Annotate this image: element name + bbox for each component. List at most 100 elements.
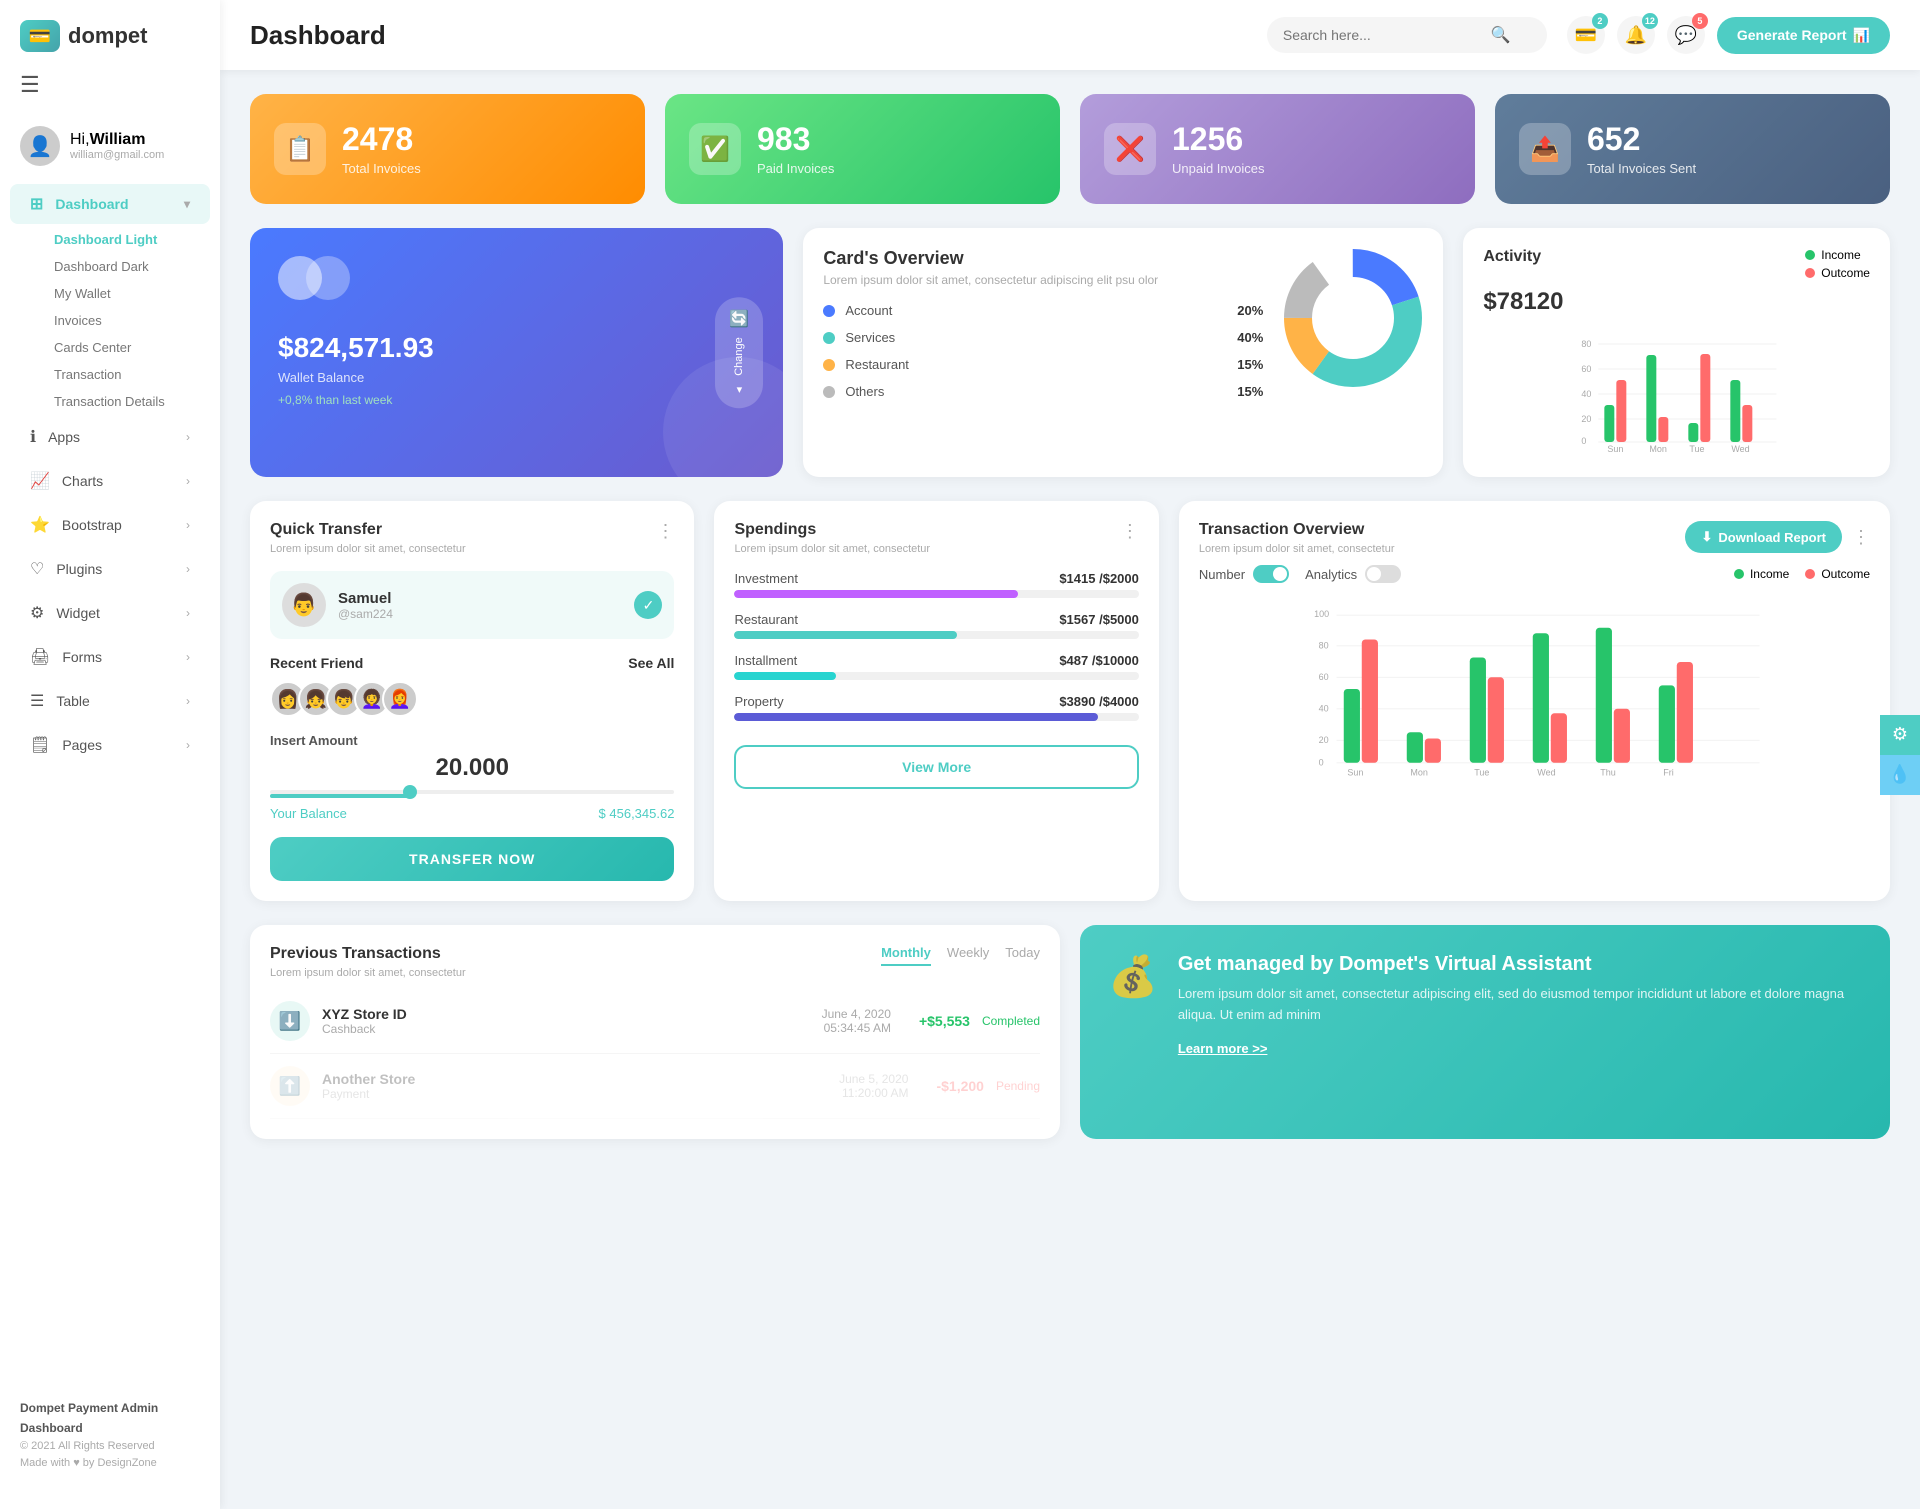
subnav-transaction[interactable]: Transaction xyxy=(44,361,220,388)
bar-wed-income xyxy=(1533,633,1549,763)
tab-today[interactable]: Today xyxy=(1005,945,1040,966)
subnav-invoices[interactable]: Invoices xyxy=(44,307,220,334)
sidebar-footer: Dompet Payment Admin Dashboard © 2021 Al… xyxy=(0,1383,220,1489)
friend-avatar-5[interactable]: 👩‍🦰 xyxy=(382,681,418,717)
wallet-growth: +0,8% than last week xyxy=(278,393,755,407)
restaurant-label: Restaurant xyxy=(734,612,798,627)
avatar: 👤 xyxy=(20,126,60,166)
number-toggle[interactable] xyxy=(1253,565,1289,583)
chevron-right-icon: › xyxy=(186,606,190,620)
va-desc: Lorem ipsum dolor sit amet, consectetur … xyxy=(1178,984,1862,1026)
cards-overview: Card's Overview Lorem ipsum dolor sit am… xyxy=(803,228,1443,477)
svg-text:Sun: Sun xyxy=(1608,444,1624,452)
sidebar-item-forms[interactable]: 🖨 Forms › xyxy=(10,637,210,677)
sidebar-item-label: Table xyxy=(56,693,89,709)
transfer-now-label: TRANSFER NOW xyxy=(409,851,535,867)
header-icons: 💳 2 🔔 12 💬 5 Generate Report 📊 xyxy=(1567,16,1890,54)
sidebar-item-label: Bootstrap xyxy=(62,517,122,533)
investment-amount: $1415 /$2000 xyxy=(1059,571,1139,586)
quick-transfer-card: Quick Transfer Lorem ipsum dolor sit ame… xyxy=(250,501,694,901)
sidebar-item-label: Apps xyxy=(48,429,80,445)
spendings-card: Spendings Lorem ipsum dolor sit amet, co… xyxy=(714,501,1158,901)
activity-header: Activity Income Outcome xyxy=(1483,248,1870,280)
tab-monthly[interactable]: Monthly xyxy=(881,945,931,966)
search-bar: 🔍 xyxy=(1267,17,1547,53)
selected-person[interactable]: 👨 Samuel @sam224 ✓ xyxy=(270,571,674,639)
overview-item-services: Services 40% xyxy=(823,330,1263,345)
generate-report-button[interactable]: Generate Report 📊 xyxy=(1717,17,1890,54)
tx-overview-menu-btn[interactable]: ⋮ xyxy=(1852,527,1870,548)
subnav-cards-center[interactable]: Cards Center xyxy=(44,334,220,361)
quick-transfer-menu-btn[interactable]: ⋮ xyxy=(656,521,674,542)
download-report-button[interactable]: ⬇ Download Report xyxy=(1685,521,1842,553)
sidebar-item-dashboard[interactable]: ⊞ Dashboard ▾ xyxy=(10,184,210,224)
va-title: Get managed by Dompet's Virtual Assistan… xyxy=(1178,953,1862,976)
va-learn-more-link[interactable]: Learn more >> xyxy=(1178,1041,1268,1056)
sidebar-item-table[interactable]: ☰ Table › xyxy=(10,681,210,721)
bar-tue-income xyxy=(1689,423,1699,442)
svg-text:100: 100 xyxy=(1314,609,1329,619)
notification-icon-btn[interactable]: 🔔 12 xyxy=(1617,16,1655,54)
slider-thumb[interactable] xyxy=(403,785,417,799)
search-icon[interactable]: 🔍 xyxy=(1491,25,1511,45)
stats-row: 📋 2478 Total Invoices ✅ 983 Paid Invoice… xyxy=(250,94,1890,204)
svg-text:Mon: Mon xyxy=(1650,444,1668,452)
sidebar-item-label: Charts xyxy=(62,473,103,489)
wallet-icon-btn[interactable]: 💳 2 xyxy=(1567,16,1605,54)
paid-invoices-label: Paid Invoices xyxy=(757,161,834,176)
bar-mon-income xyxy=(1647,355,1657,442)
transfer-now-button[interactable]: TRANSFER NOW xyxy=(270,837,674,881)
water-float-btn[interactable]: 💧 xyxy=(1880,755,1920,795)
table-row: ⬇️ XYZ Store ID Cashback June 4, 2020 05… xyxy=(270,989,1040,1054)
sidebar-item-bootstrap[interactable]: ⭐ Bootstrap › xyxy=(10,505,210,545)
total-invoices-icon: 📋 xyxy=(274,123,326,175)
subnav-my-wallet[interactable]: My Wallet xyxy=(44,280,220,307)
sidebar-item-widget[interactable]: ⚙ Widget › xyxy=(10,593,210,633)
message-icon-btn[interactable]: 💬 5 xyxy=(1667,16,1705,54)
analytics-toggle[interactable] xyxy=(1365,565,1401,583)
overview-left: Card's Overview Lorem ipsum dolor sit am… xyxy=(823,248,1263,411)
tx-header: Transaction Overview Lorem ipsum dolor s… xyxy=(1199,521,1870,555)
wallet-change-button[interactable]: 🔄 Change ▾ xyxy=(715,297,763,409)
tx-outcome-legend: Outcome xyxy=(1805,567,1870,581)
sent-invoices-value: 652 xyxy=(1587,122,1696,157)
subnav-dashboard-dark[interactable]: Dashboard Dark xyxy=(44,253,220,280)
settings-float-btn[interactable]: ⚙ xyxy=(1880,715,1920,755)
hamburger-menu[interactable]: ☰ xyxy=(0,72,220,114)
va-content: Get managed by Dompet's Virtual Assistan… xyxy=(1178,953,1862,1058)
sent-invoices-icon: 📤 xyxy=(1519,123,1571,175)
chevron-down-icon: ▾ xyxy=(184,197,190,211)
unpaid-invoices-value: 1256 xyxy=(1172,122,1265,157)
spending-restaurant: Restaurant $1567 /$5000 xyxy=(734,612,1138,639)
search-input[interactable] xyxy=(1283,27,1483,43)
tx-desc: Lorem ipsum dolor sit amet, consectetur xyxy=(1199,543,1395,555)
restaurant-bar xyxy=(734,631,956,639)
overview-section: Card's Overview Lorem ipsum dolor sit am… xyxy=(823,248,1423,411)
main-area: Dashboard 🔍 💳 2 🔔 12 💬 5 Generate Report… xyxy=(220,0,1920,1509)
user-email: william@gmail.com xyxy=(70,149,164,161)
spendings-menu-btn[interactable]: ⋮ xyxy=(1121,521,1139,542)
account-pct: 20% xyxy=(1237,303,1263,318)
subnav-transaction-details[interactable]: Transaction Details xyxy=(44,388,220,415)
toggle-analytics: Analytics xyxy=(1305,565,1401,583)
sidebar-item-pages[interactable]: 🗒 Pages › xyxy=(10,725,210,765)
svg-text:Sun: Sun xyxy=(1347,767,1363,777)
subnav-dashboard-light[interactable]: Dashboard Light xyxy=(44,226,220,253)
middle-row: $824,571.93 Wallet Balance +0,8% than la… xyxy=(250,228,1890,477)
refresh-icon: 🔄 xyxy=(729,309,749,329)
chevron-right-icon: › xyxy=(186,430,190,444)
see-all-link[interactable]: See All xyxy=(628,655,674,671)
sidebar-item-plugins[interactable]: ♡ Plugins › xyxy=(10,549,210,589)
sidebar-item-label: Plugins xyxy=(56,561,102,577)
sidebar-item-apps[interactable]: ℹ Apps › xyxy=(10,417,210,457)
tx-income-label: Income xyxy=(1750,567,1789,581)
tx-name-2: Another Store xyxy=(322,1071,415,1087)
view-more-button[interactable]: View More xyxy=(734,745,1138,789)
bar-mon-outcome xyxy=(1659,417,1669,442)
amount-slider[interactable] xyxy=(270,790,674,798)
tab-weekly[interactable]: Weekly xyxy=(947,945,989,966)
tx-status-2: Pending xyxy=(996,1079,1040,1093)
sidebar-item-charts[interactable]: 📈 Charts › xyxy=(10,461,210,501)
donut-center xyxy=(1315,280,1391,356)
wallet-label: Wallet Balance xyxy=(278,370,755,385)
